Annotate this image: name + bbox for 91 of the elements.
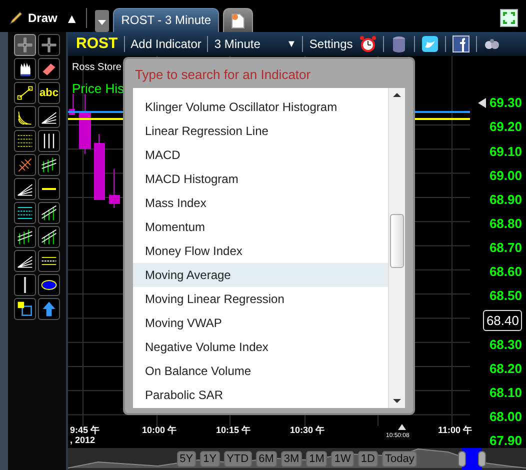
parallel-lines-icon bbox=[40, 228, 58, 246]
range-button[interactable]: YTD bbox=[224, 451, 252, 467]
squares-icon bbox=[16, 300, 34, 318]
grid-lines-icon bbox=[16, 228, 34, 246]
indicator-item[interactable]: Moving Average bbox=[133, 262, 388, 286]
drawing-tool-button[interactable] bbox=[14, 82, 36, 104]
collapse-caret[interactable]: ▲ bbox=[65, 8, 78, 28]
drawing-tool-button[interactable] bbox=[38, 34, 60, 56]
line-segment-icon bbox=[16, 84, 34, 102]
range-button[interactable]: Today bbox=[382, 451, 418, 467]
price-label: 68.20 bbox=[489, 360, 522, 378]
drawing-tool-button[interactable] bbox=[38, 106, 60, 128]
time-label: 10:00 午 bbox=[142, 426, 177, 436]
drawing-tool-button[interactable] bbox=[38, 202, 60, 224]
drawing-tool-button[interactable] bbox=[14, 226, 36, 248]
time-label: 9:45 午 bbox=[70, 426, 100, 436]
drawing-tool-button[interactable] bbox=[14, 202, 36, 224]
drawing-tool-button[interactable] bbox=[14, 34, 36, 56]
range-button[interactable]: 1Y bbox=[200, 451, 220, 467]
price-label: 68.50 bbox=[489, 287, 522, 306]
search-field[interactable]: Type to search for an Indicator bbox=[133, 64, 405, 86]
crosshair-icon bbox=[40, 36, 58, 54]
price-label: 68.80 bbox=[489, 215, 522, 234]
drawing-tool-button[interactable] bbox=[38, 250, 60, 272]
drawing-tool-button[interactable] bbox=[14, 154, 36, 176]
parallel-lines-icon bbox=[40, 204, 58, 222]
interval-label[interactable]: 3 Minute bbox=[214, 35, 260, 53]
price-label: 68.30 bbox=[489, 336, 522, 354]
drawing-tool-button[interactable] bbox=[14, 298, 36, 320]
grid-lines-icon bbox=[40, 156, 58, 174]
range-button[interactable]: 1D bbox=[358, 451, 378, 467]
range-button[interactable]: 5Y bbox=[176, 451, 196, 467]
price-label: 68.70 bbox=[489, 239, 522, 258]
drawing-tool-button[interactable] bbox=[38, 130, 60, 152]
triangle-marker-icon bbox=[478, 98, 486, 108]
drawing-tool-button[interactable] bbox=[38, 178, 60, 200]
drawing-tool-button[interactable] bbox=[38, 274, 60, 296]
price-label: 68.00 bbox=[489, 408, 522, 426]
time-label: 10:30 午 bbox=[290, 426, 325, 436]
study-label: Price His bbox=[72, 80, 124, 98]
range-button[interactable]: 6M bbox=[256, 451, 277, 467]
horizontal-lines-icon bbox=[16, 132, 34, 150]
alarm-clock-icon[interactable] bbox=[358, 35, 377, 53]
price-label: 69.10 bbox=[489, 142, 522, 161]
scrollbar-thumb[interactable] bbox=[390, 214, 404, 268]
slider-handle[interactable] bbox=[458, 451, 466, 467]
arrow-up-icon bbox=[40, 300, 58, 318]
facebook-icon[interactable] bbox=[452, 35, 470, 53]
chart-tab[interactable]: ROST - 3 Minute bbox=[113, 8, 220, 32]
drawing-tool-button[interactable] bbox=[38, 58, 60, 80]
vertical-line-icon bbox=[24, 277, 26, 293]
time-label: 10:15 午 bbox=[216, 426, 251, 436]
date-label: , 2012 bbox=[70, 436, 96, 446]
pencil-icon[interactable] bbox=[8, 10, 24, 26]
range-button[interactable]: 1W bbox=[331, 451, 354, 467]
drawing-tool-button[interactable] bbox=[38, 298, 60, 320]
price-label: 68.90 bbox=[489, 190, 522, 209]
dropdown-button[interactable] bbox=[95, 10, 110, 32]
price-label: 68.60 bbox=[489, 263, 522, 282]
drawing-tool-button[interactable] bbox=[38, 226, 60, 248]
price-label: 68.10 bbox=[489, 384, 522, 402]
drawing-tool-button[interactable] bbox=[14, 130, 36, 152]
current-price-label: 68.40 bbox=[483, 310, 522, 332]
drawing-tool-button[interactable]: abc bbox=[38, 82, 60, 104]
price-label: 69.20 bbox=[489, 118, 522, 136]
add-indicator-button[interactable]: Add Indicator bbox=[130, 35, 202, 53]
new-page-icon bbox=[231, 12, 246, 29]
horizontal-line-icon bbox=[42, 188, 56, 190]
price-label: 67.90 bbox=[489, 432, 522, 450]
range-button[interactable]: 3M bbox=[280, 451, 302, 467]
price-label: 69.00 bbox=[489, 166, 522, 185]
triangle-marker-icon bbox=[398, 424, 406, 430]
draw-button[interactable]: Draw bbox=[28, 9, 58, 28]
slider-handle[interactable] bbox=[478, 451, 486, 467]
drawing-tool-button[interactable] bbox=[14, 58, 36, 80]
crosshair-icon bbox=[16, 36, 34, 54]
horizontal-lines-icon bbox=[16, 204, 34, 222]
price-label: 69.30 bbox=[489, 94, 522, 112]
company-name: Ross Store bbox=[72, 61, 122, 75]
new-tab-button[interactable] bbox=[223, 8, 254, 32]
drawing-tool-button[interactable] bbox=[14, 178, 36, 200]
drawing-tool-button[interactable] bbox=[14, 250, 36, 272]
range-button[interactable]: 1M bbox=[306, 451, 328, 467]
fullscreen-icon[interactable] bbox=[500, 9, 518, 27]
drawing-tool-button[interactable] bbox=[38, 154, 60, 176]
drawing-tool-button[interactable] bbox=[14, 106, 36, 128]
settings-button[interactable]: Settings bbox=[309, 35, 353, 53]
interval-caret[interactable]: ▼ bbox=[286, 36, 296, 52]
ticker-symbol: ROST bbox=[76, 34, 118, 54]
drawing-tool-button[interactable] bbox=[14, 274, 36, 296]
time-label: 11:00 午 bbox=[438, 426, 472, 436]
